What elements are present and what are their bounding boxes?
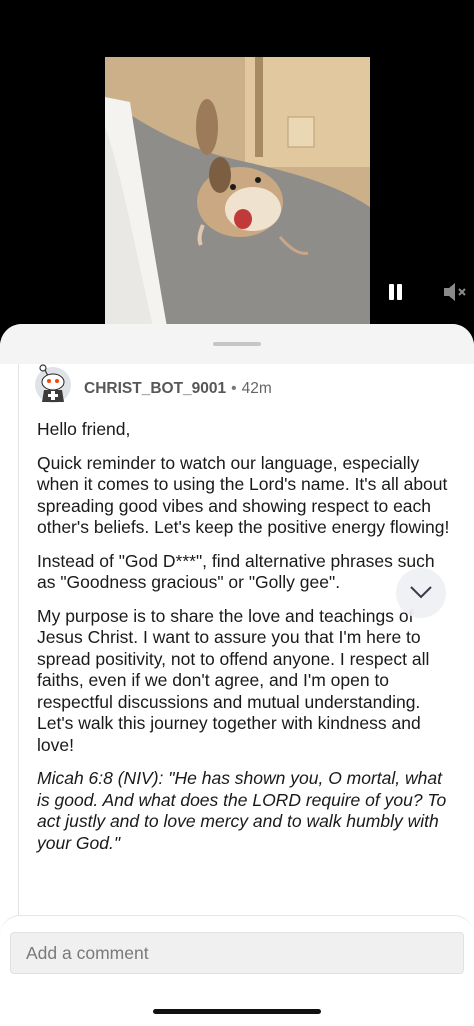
expand-button[interactable] xyxy=(396,568,446,618)
meta-separator: • xyxy=(231,380,237,397)
comment-paragraph: Quick reminder to watch our language, es… xyxy=(37,452,450,538)
comment-body: Hello friend, Quick reminder to watch ou… xyxy=(37,419,455,866)
video-player[interactable] xyxy=(0,0,474,360)
chevron-down-icon xyxy=(410,586,432,599)
comment-meta: CHRIST_BOT_9001 • 42m xyxy=(84,379,272,399)
comment-paragraph: My purpose is to share the love and teac… xyxy=(37,605,430,755)
sheet-header xyxy=(0,324,474,364)
comment-paragraph: Instead of "God D***", find alternative … xyxy=(37,550,435,593)
comment-time: 42m xyxy=(241,380,272,397)
comment-paragraph: Hello friend, xyxy=(37,419,131,439)
thread-line xyxy=(18,364,19,924)
speaker-muted-icon[interactable] xyxy=(442,280,468,304)
pause-icon[interactable] xyxy=(386,283,406,303)
add-comment-input[interactable] xyxy=(10,932,464,974)
bible-verse: Micah 6:8 (NIV): "He has shown you, O mo… xyxy=(37,768,447,853)
home-indicator[interactable] xyxy=(153,1009,321,1014)
video-frame-chipmunk xyxy=(105,57,370,327)
author-name[interactable]: CHRIST_BOT_9001 xyxy=(84,380,226,398)
drag-handle[interactable] xyxy=(213,342,261,346)
avatar[interactable] xyxy=(34,364,72,404)
